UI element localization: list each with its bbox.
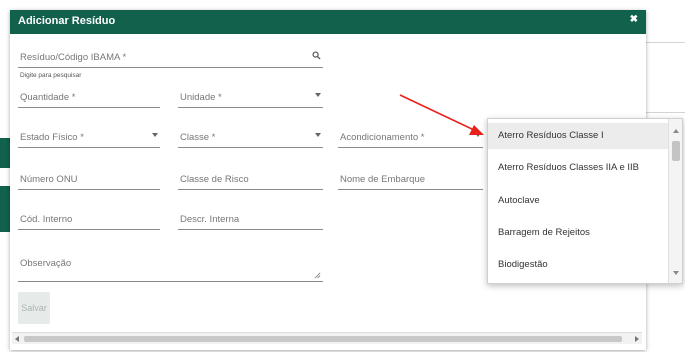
onu-number-label: Número ONU — [20, 174, 78, 185]
modal-title: Adicionar Resíduo — [18, 15, 116, 27]
residue-label: Resíduo/Código IBAMA * — [20, 52, 127, 63]
residue-search-input[interactable]: Resíduo/Código IBAMA * — [18, 48, 323, 68]
dropdown-option[interactable]: Autoclave — [488, 188, 668, 214]
dropdown-option[interactable]: Aterro Resíduos Classes IIA e IIB — [488, 155, 668, 181]
physical-state-select[interactable]: Estado Físico * — [18, 128, 160, 148]
unit-label: Unidade * — [180, 92, 222, 103]
internal-description-label: Descr. Interna — [180, 214, 240, 225]
dropdown-option[interactable]: Barragem de Rejeitos — [488, 220, 668, 246]
packaging-select[interactable]: Acondicionamento * — [338, 128, 483, 148]
class-label: Classe * — [180, 132, 216, 143]
scrollbar-thumb[interactable] — [24, 336, 622, 342]
scroll-right-icon[interactable] — [635, 336, 639, 342]
dropdown-scrollbar[interactable] — [668, 119, 682, 283]
internal-description-input[interactable]: Descr. Interna — [178, 210, 323, 230]
packaging-label: Acondicionamento * — [340, 132, 425, 143]
chevron-down-icon — [315, 93, 321, 97]
horizontal-scrollbar[interactable] — [12, 332, 642, 344]
background-divider — [645, 42, 685, 43]
dropdown-option[interactable]: Aterro Resíduos Classe I — [488, 123, 668, 149]
residue-hint: Digite para pesquisar — [20, 72, 82, 79]
resize-handle-icon[interactable] — [314, 272, 321, 279]
internal-code-label: Cód. Interno — [20, 214, 73, 225]
risk-class-label: Classe de Risco — [180, 174, 249, 185]
chevron-down-icon — [315, 133, 321, 137]
close-icon[interactable]: ✖ — [630, 14, 638, 25]
shipping-name-input[interactable]: Nome de Embarque — [338, 170, 483, 190]
quantity-label: Quantidade * — [20, 92, 76, 103]
physical-state-label: Estado Físico * — [20, 132, 84, 143]
class-select[interactable]: Classe * — [178, 128, 323, 148]
onu-number-input[interactable]: Número ONU — [18, 170, 160, 190]
shipping-name-label: Nome de Embarque — [340, 174, 426, 185]
search-icon[interactable] — [312, 51, 321, 60]
internal-code-input[interactable]: Cód. Interno — [18, 210, 160, 230]
packaging-dropdown-list: Aterro Resíduos Classe I Aterro Resíduos… — [487, 118, 683, 284]
risk-class-input[interactable]: Classe de Risco — [178, 170, 323, 190]
quantity-input[interactable]: Quantidade * — [18, 88, 160, 108]
background-divider — [645, 112, 685, 113]
chevron-down-icon — [152, 133, 158, 137]
observation-textarea[interactable]: Observação — [18, 252, 323, 282]
unit-select[interactable]: Unidade * — [178, 88, 323, 108]
chevron-down-icon — [475, 133, 481, 137]
scroll-down-icon[interactable] — [673, 271, 679, 275]
observation-label: Observação — [20, 258, 72, 269]
dropdown-scrollbar-thumb[interactable] — [672, 141, 680, 161]
scroll-up-icon[interactable] — [673, 129, 679, 133]
scroll-left-icon[interactable] — [15, 336, 19, 342]
dropdown-option[interactable]: Biodigestão — [488, 252, 668, 278]
modal-header: Adicionar Resíduo ✖ — [10, 10, 646, 34]
save-button[interactable]: Salvar — [18, 292, 50, 324]
